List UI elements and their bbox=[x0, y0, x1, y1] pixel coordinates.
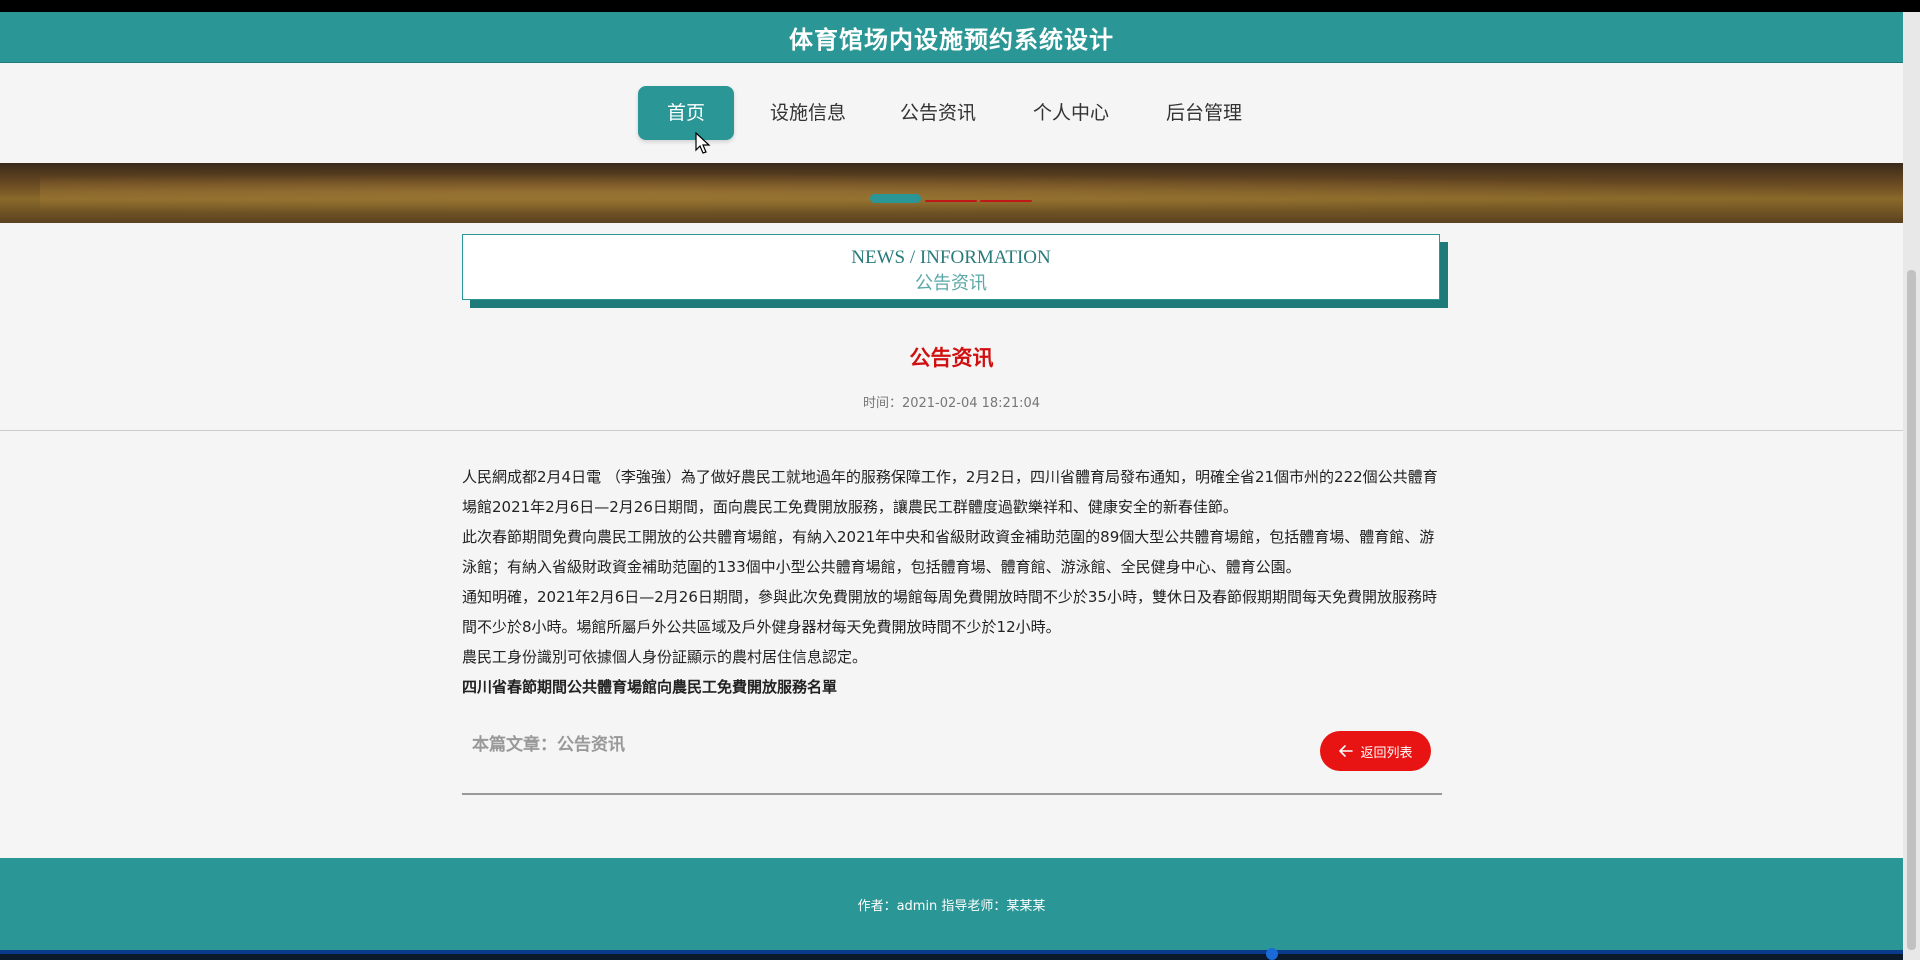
article-title: 公告资讯 bbox=[909, 346, 994, 370]
article-bold-line: 四川省春節期間公共體育場館向農民工免費開放服務名單 bbox=[462, 678, 838, 696]
section-heading-box: NEWS / INFORMATION 公告资讯 bbox=[462, 234, 1440, 300]
carousel-dot-3[interactable] bbox=[980, 200, 1032, 202]
carousel-dot-1[interactable] bbox=[870, 194, 921, 203]
article-time: 时间：2021-02-04 18:21:04 bbox=[862, 396, 1041, 411]
article-category-label: 本篇文章：公告资讯 bbox=[472, 735, 625, 755]
bottom-edge bbox=[0, 948, 1903, 960]
banner-carousel bbox=[0, 163, 1903, 223]
back-to-list-button[interactable]: 返回列表 bbox=[1320, 731, 1431, 771]
nav-item-news[interactable]: 公告资讯 bbox=[890, 86, 986, 140]
nav-item-personal-center[interactable]: 个人中心 bbox=[1023, 86, 1119, 140]
carousel-dot-2[interactable] bbox=[925, 200, 977, 202]
site-header: 体育馆场内设施预约系统设计 bbox=[0, 12, 1903, 63]
divider bbox=[0, 430, 1903, 431]
back-button-label: 返回列表 bbox=[1360, 745, 1413, 761]
article-paragraph: 人民網成都2月4日電 （李強強）為了做好農民工就地過年的服務保障工作，2月2日，… bbox=[462, 468, 1438, 516]
page-scrollbar[interactable] bbox=[1903, 12, 1920, 960]
mouse-cursor-icon bbox=[695, 132, 711, 154]
article-paragraph: 此次春節期間免費向農民工開放的公共體育場館，有納入2021年中央和省級財政資金補… bbox=[462, 528, 1435, 576]
site-title: 体育馆场内设施预约系统设计 bbox=[789, 25, 1114, 54]
progress-knob bbox=[1266, 948, 1278, 960]
scrollbar-thumb[interactable] bbox=[1907, 270, 1916, 950]
site-footer: 作者：admin 指导老师：某某某 bbox=[0, 858, 1903, 950]
nav-item-admin[interactable]: 后台管理 bbox=[1156, 86, 1252, 140]
main-nav: 首页 设施信息 公告资讯 个人中心 后台管理 bbox=[0, 63, 1903, 163]
article-paragraph: 通知明確，2021年2月6日—2月26日期間，參與此次免費開放的場館每周免費開放… bbox=[462, 588, 1437, 636]
footer-text: 作者：admin 指导老师：某某某 bbox=[857, 898, 1046, 914]
nav-item-facilities[interactable]: 设施信息 bbox=[760, 86, 856, 140]
top-edge bbox=[0, 0, 1920, 12]
article-content: 人民網成都2月4日電 （李強強）為了做好農民工就地過年的服務保障工作，2月2日，… bbox=[462, 462, 1442, 702]
arrow-left-icon bbox=[1339, 745, 1354, 757]
banner-image bbox=[40, 173, 1840, 213]
section-title-en: NEWS / INFORMATION bbox=[851, 247, 1051, 268]
nav-item-home[interactable]: 首页 bbox=[638, 86, 734, 140]
progress-line bbox=[0, 950, 1903, 954]
divider bbox=[462, 793, 1442, 795]
article-paragraph: 農民工身份識別可依據個人身份証顯示的農村居住信息認定。 bbox=[462, 648, 868, 666]
section-title-cn: 公告资讯 bbox=[915, 273, 987, 293]
